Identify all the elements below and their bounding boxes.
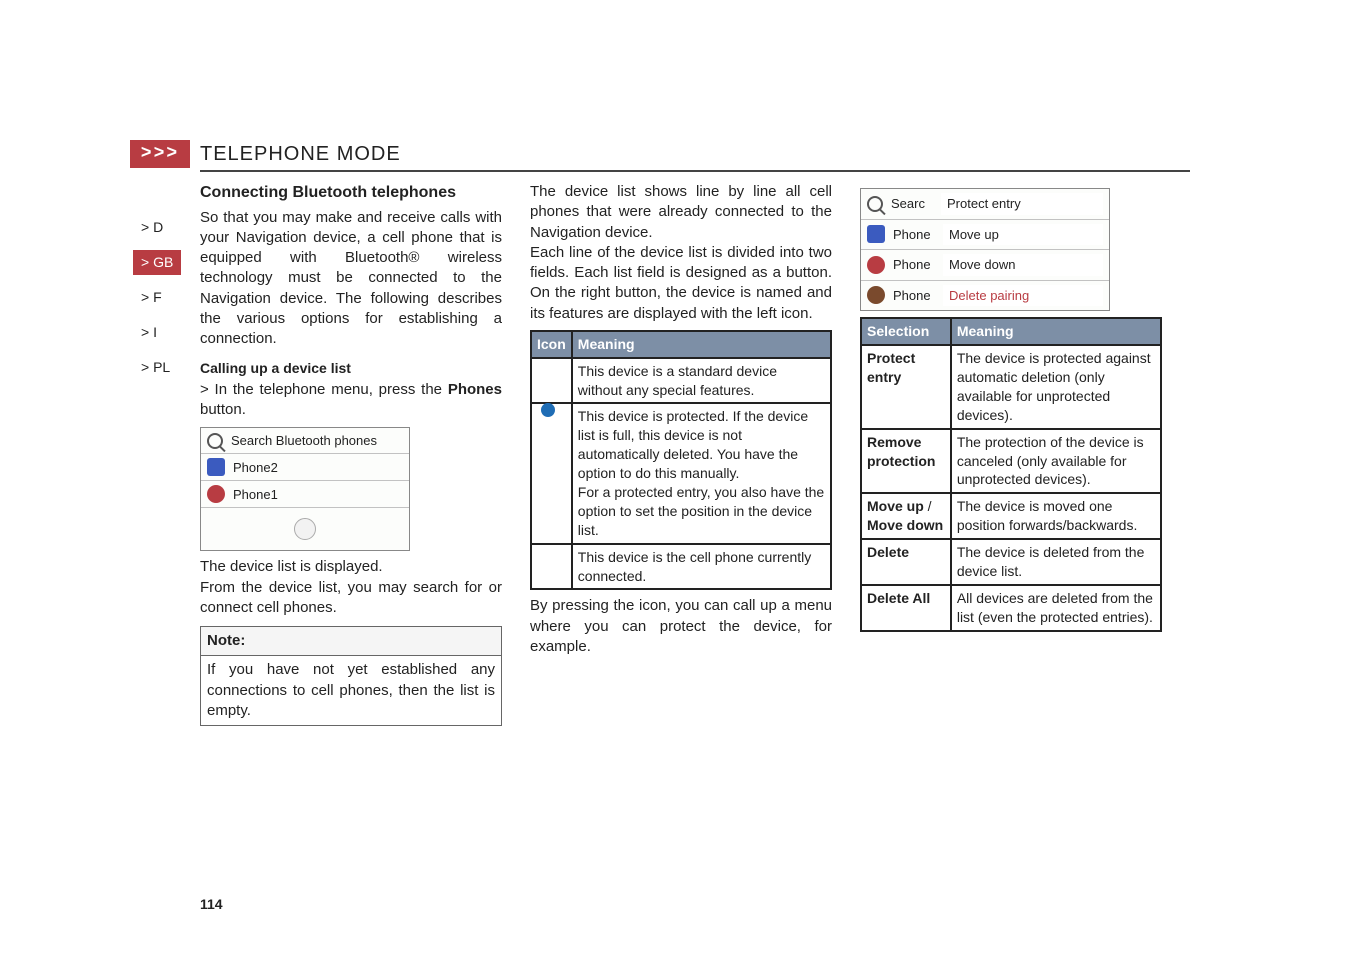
meaning-cell: The device is protected against automati… [951, 345, 1161, 429]
th-selection: Selection [861, 318, 951, 345]
device-list-screenshot: Search Bluetooth phones Phone2 Phone1 [200, 427, 410, 552]
meaning-cell: All devices are deleted from the list (e… [951, 585, 1161, 631]
sidenav-item-f[interactable]: > F [133, 285, 181, 310]
column-2: The device list shows line by line all c… [530, 182, 832, 726]
meaning-cell: This device is a standard device without… [572, 358, 831, 404]
section-heading: Connecting Bluetooth telephones [200, 182, 502, 204]
table-header-row: Icon Meaning [531, 331, 831, 358]
menu-row[interactable]: Phone Move down [861, 250, 1109, 281]
icon-meaning-table: Icon Meaning This device is a standard d… [530, 330, 832, 591]
selection-cell: Protect entry [867, 350, 915, 385]
menu-left-label: Phone [893, 226, 935, 244]
sidenav-item-gb[interactable]: > GB [133, 250, 181, 275]
selection-cell: Delete [867, 544, 909, 560]
link-icon [867, 286, 885, 304]
menu-right-label: Move up [943, 224, 1103, 246]
device-label: Phone2 [233, 459, 278, 477]
device-row[interactable]: Phone2 [201, 454, 409, 481]
menu-row[interactable]: Searc Protect entry [861, 189, 1109, 220]
meaning-cell: The device is deleted from the device li… [951, 539, 1161, 585]
subsection-heading: Calling up a device list [200, 359, 502, 378]
bluetooth-icon [207, 458, 225, 476]
table-row: Protect entry The device is protected ag… [861, 345, 1161, 429]
menu-left-label: Searc [891, 195, 933, 213]
search-icon [207, 433, 223, 449]
menu-right-label: Delete pairing [943, 285, 1103, 307]
note-body: If you have not yet established any conn… [201, 656, 501, 725]
table-row: This device is protected. If the device … [531, 403, 831, 543]
search-label: Search Bluetooth phones [231, 432, 377, 450]
bullet-text-suffix: button. [200, 401, 246, 418]
meaning-cell: The protection of the device is canceled… [951, 429, 1161, 494]
context-menu-screenshot: Searc Protect entry Phone Move up Phone … [860, 188, 1110, 311]
table-row: Delete All All devices are deleted from … [861, 585, 1161, 631]
device-label: Phone1 [233, 486, 278, 504]
column-3: Searc Protect entry Phone Move up Phone … [860, 182, 1162, 726]
column-1: Connecting Bluetooth telephones So that … [200, 182, 502, 726]
search-row[interactable]: Search Bluetooth phones [201, 428, 409, 455]
paragraph: So that you may make and receive calls w… [200, 208, 502, 350]
header: >>> TELEPHONE MODE [200, 140, 1190, 172]
selection-cell: Delete All [867, 590, 930, 606]
page-title: TELEPHONE MODE [200, 141, 401, 168]
link-icon [867, 256, 885, 274]
phones-label: Phones [448, 381, 502, 398]
th-meaning: Meaning [951, 318, 1161, 345]
selection-cell-line1: Move up [867, 498, 924, 514]
bullet-line: > In the telephone menu, press the Phone… [200, 380, 502, 421]
table-row: This device is the cell phone currently … [531, 544, 831, 590]
th-icon: Icon [531, 331, 572, 358]
paragraph: The device list shows line by line all c… [530, 182, 832, 243]
paragraph: The device list is displayed. [200, 557, 502, 577]
selection-sep: / [924, 498, 932, 514]
table-row: Move up / Move down The device is moved … [861, 493, 1161, 539]
selection-meaning-table: Selection Meaning Protect entry The devi… [860, 317, 1162, 631]
meaning-cell: This device is protected. If the device … [572, 403, 831, 543]
table-header-row: Selection Meaning [861, 318, 1161, 345]
menu-row[interactable]: Phone Delete pairing [861, 281, 1109, 311]
note-heading: Note: [201, 627, 501, 656]
header-marker: >>> [130, 140, 190, 168]
header-rule [200, 170, 1190, 172]
search-icon [867, 196, 883, 212]
table-row: This device is a standard device without… [531, 358, 831, 404]
page-number: 114 [200, 895, 223, 914]
paragraph: Each line of the device list is divided … [530, 243, 832, 324]
bullet-text: > In the telephone menu, press the [200, 381, 448, 398]
th-meaning: Meaning [572, 331, 831, 358]
link-icon [207, 485, 225, 503]
meaning-cell: The device is moved one position forward… [951, 493, 1161, 539]
meaning-cell: This device is the cell phone currently … [572, 544, 831, 590]
table-row: Delete The device is deleted from the de… [861, 539, 1161, 585]
selection-cell-line2: Move down [867, 517, 943, 533]
table-row: Remove protection The protection of the … [861, 429, 1161, 494]
menu-left-label: Phone [893, 287, 935, 305]
bluetooth-icon [867, 225, 885, 243]
sidenav-item-pl[interactable]: > PL [133, 355, 181, 380]
menu-left-label: Phone [893, 256, 935, 274]
menu-right-label: Protect entry [941, 193, 1103, 215]
sidenav-item-d[interactable]: > D [133, 215, 181, 240]
device-row[interactable]: Phone1 [201, 481, 409, 508]
selection-cell: Remove protection [867, 434, 935, 469]
sidenav-item-i[interactable]: > I [133, 320, 181, 345]
note-box: Note: If you have not yet established an… [200, 626, 502, 726]
refresh-row[interactable] [201, 508, 409, 550]
paragraph: By pressing the icon, you can call up a … [530, 596, 832, 657]
sidenav: > D > GB > F > I > PL [133, 215, 181, 379]
menu-row[interactable]: Phone Move up [861, 220, 1109, 251]
refresh-icon [294, 518, 316, 540]
paragraph: From the device list, you may search for… [200, 578, 502, 619]
menu-right-label: Move down [943, 254, 1103, 276]
